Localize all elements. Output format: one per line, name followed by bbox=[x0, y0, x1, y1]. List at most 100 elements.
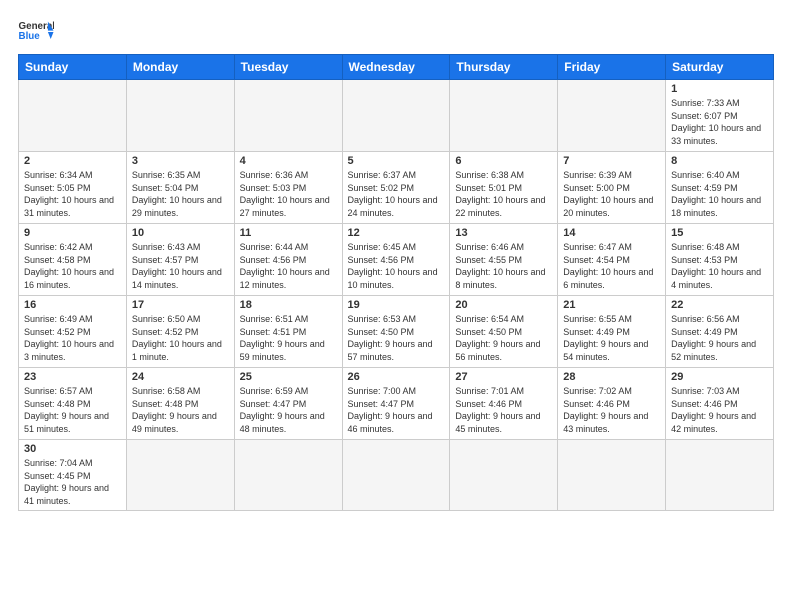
calendar-cell: 29 Sunrise: 7:03 AM Sunset: 4:46 PM Dayli… bbox=[666, 368, 774, 440]
day-info: Sunrise: 6:34 AM Sunset: 5:05 PM Dayligh… bbox=[24, 169, 121, 219]
calendar-cell bbox=[126, 80, 234, 152]
calendar-cell bbox=[234, 440, 342, 511]
day-info: Sunrise: 6:44 AM Sunset: 4:56 PM Dayligh… bbox=[240, 241, 337, 291]
calendar-cell: 27 Sunrise: 7:01 AM Sunset: 4:46 PM Dayli… bbox=[450, 368, 558, 440]
day-info: Sunrise: 7:33 AM Sunset: 6:07 PM Dayligh… bbox=[671, 97, 768, 147]
day-number: 27 bbox=[455, 371, 552, 383]
day-info: Sunrise: 6:57 AM Sunset: 4:48 PM Dayligh… bbox=[24, 385, 121, 435]
day-number: 30 bbox=[24, 443, 121, 455]
calendar-cell: 20 Sunrise: 6:54 AM Sunset: 4:50 PM Dayli… bbox=[450, 296, 558, 368]
day-info: Sunrise: 6:36 AM Sunset: 5:03 PM Dayligh… bbox=[240, 169, 337, 219]
day-number: 16 bbox=[24, 299, 121, 311]
calendar-cell: 28 Sunrise: 7:02 AM Sunset: 4:46 PM Dayli… bbox=[558, 368, 666, 440]
day-number: 15 bbox=[671, 227, 768, 239]
day-info: Sunrise: 6:58 AM Sunset: 4:48 PM Dayligh… bbox=[132, 385, 229, 435]
day-number: 2 bbox=[24, 155, 121, 167]
day-number: 3 bbox=[132, 155, 229, 167]
day-number: 17 bbox=[132, 299, 229, 311]
day-info: Sunrise: 6:45 AM Sunset: 4:56 PM Dayligh… bbox=[348, 241, 445, 291]
calendar-header-friday: Friday bbox=[558, 55, 666, 80]
calendar-header-wednesday: Wednesday bbox=[342, 55, 450, 80]
calendar-header-monday: Monday bbox=[126, 55, 234, 80]
calendar-cell: 5 Sunrise: 6:37 AM Sunset: 5:02 PM Daylig… bbox=[342, 152, 450, 224]
calendar-cell: 23 Sunrise: 6:57 AM Sunset: 4:48 PM Dayli… bbox=[19, 368, 127, 440]
day-number: 18 bbox=[240, 299, 337, 311]
day-number: 5 bbox=[348, 155, 445, 167]
day-info: Sunrise: 7:03 AM Sunset: 4:46 PM Dayligh… bbox=[671, 385, 768, 435]
day-info: Sunrise: 6:42 AM Sunset: 4:58 PM Dayligh… bbox=[24, 241, 121, 291]
day-info: Sunrise: 7:01 AM Sunset: 4:46 PM Dayligh… bbox=[455, 385, 552, 435]
day-info: Sunrise: 6:35 AM Sunset: 5:04 PM Dayligh… bbox=[132, 169, 229, 219]
day-number: 23 bbox=[24, 371, 121, 383]
calendar-cell: 18Sunrise: 6:51 AM Sunset: 4:51 PM Dayli… bbox=[234, 296, 342, 368]
calendar-cell: 11 Sunrise: 6:44 AM Sunset: 4:56 PM Dayli… bbox=[234, 224, 342, 296]
day-number: 8 bbox=[671, 155, 768, 167]
calendar-cell: 24 Sunrise: 6:58 AM Sunset: 4:48 PM Dayli… bbox=[126, 368, 234, 440]
calendar-header-sunday: Sunday bbox=[19, 55, 127, 80]
calendar-week-row: 16 Sunrise: 6:49 AM Sunset: 4:52 PM Dayli… bbox=[19, 296, 774, 368]
calendar-cell: 14Sunrise: 6:47 AM Sunset: 4:54 PM Dayli… bbox=[558, 224, 666, 296]
calendar-cell: 15 Sunrise: 6:48 AM Sunset: 4:53 PM Dayli… bbox=[666, 224, 774, 296]
day-number: 21 bbox=[563, 299, 660, 311]
calendar-cell: 3 Sunrise: 6:35 AM Sunset: 5:04 PM Daylig… bbox=[126, 152, 234, 224]
day-number: 7 bbox=[563, 155, 660, 167]
calendar-week-row: 1 Sunrise: 7:33 AM Sunset: 6:07 PM Daylig… bbox=[19, 80, 774, 152]
day-info: Sunrise: 6:53 AM Sunset: 4:50 PM Dayligh… bbox=[348, 313, 445, 363]
day-number: 9 bbox=[24, 227, 121, 239]
calendar-week-row: 2 Sunrise: 6:34 AM Sunset: 5:05 PM Daylig… bbox=[19, 152, 774, 224]
day-number: 19 bbox=[348, 299, 445, 311]
day-info: Sunrise: 6:46 AM Sunset: 4:55 PM Dayligh… bbox=[455, 241, 552, 291]
calendar-cell: 16 Sunrise: 6:49 AM Sunset: 4:52 PM Dayli… bbox=[19, 296, 127, 368]
calendar-cell: 8Sunrise: 6:40 AM Sunset: 4:59 PM Daylig… bbox=[666, 152, 774, 224]
day-number: 10 bbox=[132, 227, 229, 239]
calendar-cell: 12Sunrise: 6:45 AM Sunset: 4:56 PM Dayli… bbox=[342, 224, 450, 296]
day-number: 26 bbox=[348, 371, 445, 383]
calendar-cell bbox=[19, 80, 127, 152]
day-info: Sunrise: 6:50 AM Sunset: 4:52 PM Dayligh… bbox=[132, 313, 229, 363]
calendar-cell bbox=[126, 440, 234, 511]
day-info: Sunrise: 6:56 AM Sunset: 4:49 PM Dayligh… bbox=[671, 313, 768, 363]
calendar-header-saturday: Saturday bbox=[666, 55, 774, 80]
day-info: Sunrise: 6:54 AM Sunset: 4:50 PM Dayligh… bbox=[455, 313, 552, 363]
day-info: Sunrise: 6:49 AM Sunset: 4:52 PM Dayligh… bbox=[24, 313, 121, 363]
day-number: 22 bbox=[671, 299, 768, 311]
day-info: Sunrise: 6:59 AM Sunset: 4:47 PM Dayligh… bbox=[240, 385, 337, 435]
day-number: 28 bbox=[563, 371, 660, 383]
calendar-cell bbox=[558, 80, 666, 152]
calendar-cell bbox=[342, 80, 450, 152]
day-info: Sunrise: 7:00 AM Sunset: 4:47 PM Dayligh… bbox=[348, 385, 445, 435]
calendar: SundayMondayTuesdayWednesdayThursdayFrid… bbox=[18, 54, 774, 511]
calendar-cell: 1 Sunrise: 7:33 AM Sunset: 6:07 PM Daylig… bbox=[666, 80, 774, 152]
day-number: 29 bbox=[671, 371, 768, 383]
calendar-cell: 30 Sunrise: 7:04 AM Sunset: 4:45 PM Dayli… bbox=[19, 440, 127, 511]
day-info: Sunrise: 6:38 AM Sunset: 5:01 PM Dayligh… bbox=[455, 169, 552, 219]
calendar-cell bbox=[342, 440, 450, 511]
calendar-cell: 13 Sunrise: 6:46 AM Sunset: 4:55 PM Dayli… bbox=[450, 224, 558, 296]
day-number: 4 bbox=[240, 155, 337, 167]
calendar-cell bbox=[234, 80, 342, 152]
calendar-cell: 17 Sunrise: 6:50 AM Sunset: 4:52 PM Dayli… bbox=[126, 296, 234, 368]
day-number: 24 bbox=[132, 371, 229, 383]
calendar-week-row: 23 Sunrise: 6:57 AM Sunset: 4:48 PM Dayli… bbox=[19, 368, 774, 440]
calendar-cell: 22 Sunrise: 6:56 AM Sunset: 4:49 PM Dayli… bbox=[666, 296, 774, 368]
calendar-cell bbox=[666, 440, 774, 511]
day-number: 1 bbox=[671, 83, 768, 95]
day-number: 20 bbox=[455, 299, 552, 311]
logo-icon: General Blue bbox=[18, 18, 54, 46]
day-number: 13 bbox=[455, 227, 552, 239]
svg-text:Blue: Blue bbox=[19, 31, 41, 42]
day-info: Sunrise: 6:55 AM Sunset: 4:49 PM Dayligh… bbox=[563, 313, 660, 363]
calendar-cell: 7Sunrise: 6:39 AM Sunset: 5:00 PM Daylig… bbox=[558, 152, 666, 224]
day-info: Sunrise: 7:02 AM Sunset: 4:46 PM Dayligh… bbox=[563, 385, 660, 435]
calendar-cell: 26 Sunrise: 7:00 AM Sunset: 4:47 PM Dayli… bbox=[342, 368, 450, 440]
calendar-cell: 10Sunrise: 6:43 AM Sunset: 4:57 PM Dayli… bbox=[126, 224, 234, 296]
calendar-header-thursday: Thursday bbox=[450, 55, 558, 80]
calendar-header-row: SundayMondayTuesdayWednesdayThursdayFrid… bbox=[19, 55, 774, 80]
day-info: Sunrise: 7:04 AM Sunset: 4:45 PM Dayligh… bbox=[24, 457, 121, 507]
calendar-cell: 21 Sunrise: 6:55 AM Sunset: 4:49 PM Dayli… bbox=[558, 296, 666, 368]
day-info: Sunrise: 6:48 AM Sunset: 4:53 PM Dayligh… bbox=[671, 241, 768, 291]
day-info: Sunrise: 6:37 AM Sunset: 5:02 PM Dayligh… bbox=[348, 169, 445, 219]
day-number: 11 bbox=[240, 227, 337, 239]
calendar-week-row: 30 Sunrise: 7:04 AM Sunset: 4:45 PM Dayli… bbox=[19, 440, 774, 511]
calendar-cell bbox=[450, 80, 558, 152]
